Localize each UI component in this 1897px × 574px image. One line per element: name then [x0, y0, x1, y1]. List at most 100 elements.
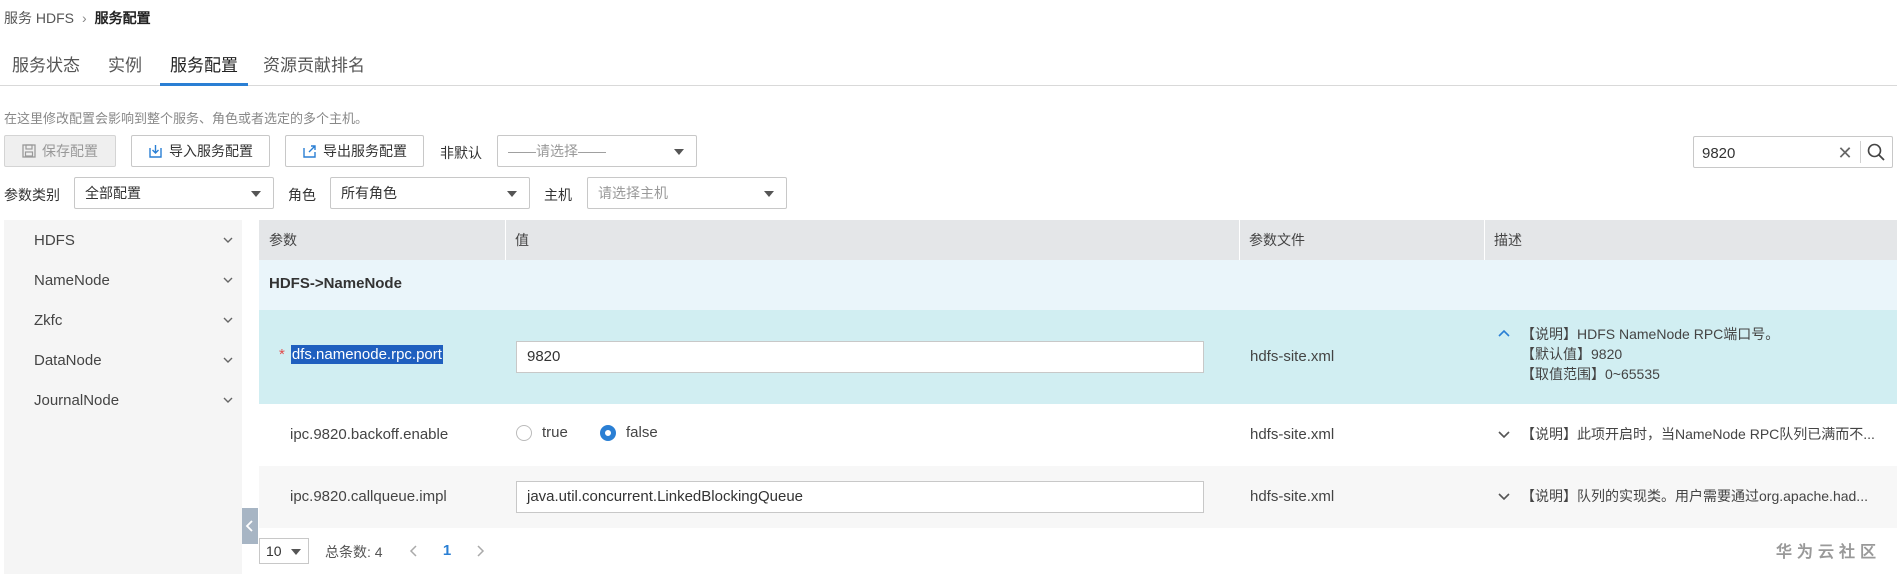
export-icon	[303, 144, 316, 158]
chevron-left-icon	[245, 520, 253, 532]
table-group-row: HDFS->NameNode	[259, 260, 1897, 310]
sidebar-item-label: HDFS	[34, 231, 75, 249]
table-row[interactable]: ipc.9820.callqueue.impl java.util.concur…	[259, 466, 1897, 528]
sidebar-item-label: JournalNode	[34, 391, 120, 409]
chevron-down-icon[interactable]	[1497, 428, 1511, 440]
desc-line: 【默认值】9820	[1521, 346, 1623, 362]
save-config-label: 保存配置	[42, 143, 98, 159]
column-header-param: 参数	[269, 232, 297, 248]
desc-line: 【取值范围】0~65535	[1521, 366, 1660, 382]
breadcrumb: 服务 HDFS › 服务配置	[4, 8, 151, 28]
prev-page-button[interactable]	[401, 538, 427, 564]
chevron-down-icon	[223, 237, 233, 243]
chevron-left-icon	[409, 545, 417, 557]
host-select[interactable]: 请选择主机	[587, 177, 787, 209]
param-description: 【说明】此项开启时，当NameNode RPC队列已满而不...	[1521, 426, 1875, 442]
export-config-button[interactable]: 导出服务配置	[285, 135, 424, 167]
chevron-down-icon	[223, 397, 233, 403]
category-label: 参数类别	[4, 187, 60, 203]
required-marker: *	[279, 346, 285, 363]
param-description: 【说明】队列的实现类。用户需要通过org.apache.had...	[1521, 488, 1868, 504]
role-label: 角色	[288, 187, 316, 203]
sidebar-item-label: Zkfc	[34, 311, 63, 329]
param-description: 【说明】HDFS NameNode RPC端口号。 【默认值】9820 【取值范…	[1521, 324, 1779, 384]
category-select[interactable]: 全部配置	[74, 177, 274, 209]
param-name: ipc.9820.backoff.enable	[290, 426, 449, 443]
tab-instances[interactable]: 实例	[108, 56, 142, 86]
group-title: HDFS->NameNode	[269, 275, 402, 292]
param-file: hdfs-site.xml	[1250, 426, 1335, 443]
column-header-value: 值	[515, 232, 529, 248]
chevron-down-icon	[251, 191, 261, 197]
search-input[interactable]	[1702, 143, 1832, 163]
sidebar-item-journalnode[interactable]: JournalNode	[34, 385, 234, 415]
radio-label: true	[542, 424, 568, 441]
sidebar-collapse-handle[interactable]	[242, 508, 258, 544]
chevron-down-icon	[764, 191, 774, 197]
host-label: 主机	[544, 187, 572, 203]
param-name: ipc.9820.callqueue.impl	[290, 488, 447, 505]
current-page[interactable]: 1	[434, 538, 460, 564]
radio-false[interactable]: false	[600, 424, 658, 441]
import-config-button[interactable]: 导入服务配置	[131, 135, 270, 167]
param-name-text: dfs.namenode.rpc.port	[290, 345, 443, 364]
chevron-down-icon[interactable]	[1497, 490, 1511, 502]
chevron-down-icon	[674, 149, 684, 155]
radio-true[interactable]: true	[516, 424, 568, 441]
param-file: hdfs-site.xml	[1250, 488, 1335, 505]
export-config-label: 导出服务配置	[323, 143, 407, 159]
sidebar-item-zkfc[interactable]: Zkfc	[34, 305, 234, 335]
table-header: 参数 值 参数文件 描述	[259, 220, 1897, 260]
search-icon[interactable]	[1866, 142, 1886, 162]
save-config-button[interactable]: 保存配置	[4, 135, 116, 167]
table-row[interactable]: ipc.9820.backoff.enable true false hdfs-…	[259, 404, 1897, 466]
nondefault-placeholder: ——请选择——	[508, 143, 606, 159]
sidebar-item-label: DataNode	[34, 351, 102, 369]
role-value: 所有角色	[341, 185, 397, 201]
breadcrumb-current: 服务配置	[94, 10, 151, 26]
role-select[interactable]: 所有角色	[330, 177, 530, 209]
breadcrumb-separator: ›	[82, 10, 87, 26]
radio-label: false	[626, 424, 658, 441]
chevron-down-icon	[223, 357, 233, 363]
tab-resource-ranking[interactable]: 资源贡献排名	[263, 56, 365, 86]
chevron-right-icon	[477, 545, 485, 557]
next-page-button[interactable]	[467, 538, 493, 564]
clear-icon[interactable]: ✕	[1836, 144, 1854, 162]
page-size-select[interactable]: 10	[259, 538, 309, 564]
import-icon	[149, 144, 162, 158]
total-count: 总条数: 4	[325, 544, 383, 560]
column-header-file: 参数文件	[1249, 232, 1305, 248]
radio-circle-checked	[600, 424, 616, 441]
desc-line: 【说明】HDFS NameNode RPC端口号。	[1521, 326, 1780, 342]
param-file: hdfs-site.xml	[1250, 348, 1335, 365]
breadcrumb-parent[interactable]: 服务 HDFS	[4, 8, 74, 28]
page-size-value: 10	[266, 543, 282, 559]
save-icon	[22, 144, 36, 158]
tab-service-status[interactable]: 服务状态	[12, 56, 80, 86]
sidebar: HDFS NameNode Zkfc DataNode JournalNode	[4, 220, 242, 574]
tab-bar: 服务状态 实例 服务配置 资源贡献排名	[0, 50, 1897, 86]
category-value: 全部配置	[85, 185, 141, 201]
sidebar-item-datanode[interactable]: DataNode	[34, 345, 234, 375]
nondefault-select[interactable]: ——请选择——	[497, 135, 697, 167]
import-config-label: 导入服务配置	[169, 143, 253, 159]
sidebar-item-namenode[interactable]: NameNode	[34, 265, 234, 295]
radio-circle	[516, 424, 532, 441]
sidebar-item-hdfs[interactable]: HDFS	[34, 225, 234, 255]
search-box: ✕	[1693, 136, 1893, 168]
table-row[interactable]: * dfs.namenode.rpc.port 9820 hdfs-site.xm…	[259, 310, 1897, 404]
param-value-input[interactable]: 9820	[516, 341, 1204, 373]
tab-service-config[interactable]: 服务配置	[160, 56, 248, 86]
column-header-desc: 描述	[1494, 232, 1522, 248]
chevron-down-icon	[223, 317, 233, 323]
chevron-down-icon	[507, 191, 517, 197]
chevron-down-icon	[223, 277, 233, 283]
param-name: * dfs.namenode.rpc.port	[279, 345, 443, 364]
chevron-up-icon[interactable]	[1497, 328, 1511, 340]
config-hint: 在这里修改配置会影响到整个服务、角色或者选定的多个主机。	[4, 111, 369, 126]
param-value-input[interactable]: java.util.concurrent.LinkedBlockingQueue	[516, 481, 1204, 513]
search-divider	[1860, 141, 1861, 163]
host-placeholder: 请选择主机	[598, 185, 668, 201]
chevron-down-icon	[291, 549, 301, 555]
